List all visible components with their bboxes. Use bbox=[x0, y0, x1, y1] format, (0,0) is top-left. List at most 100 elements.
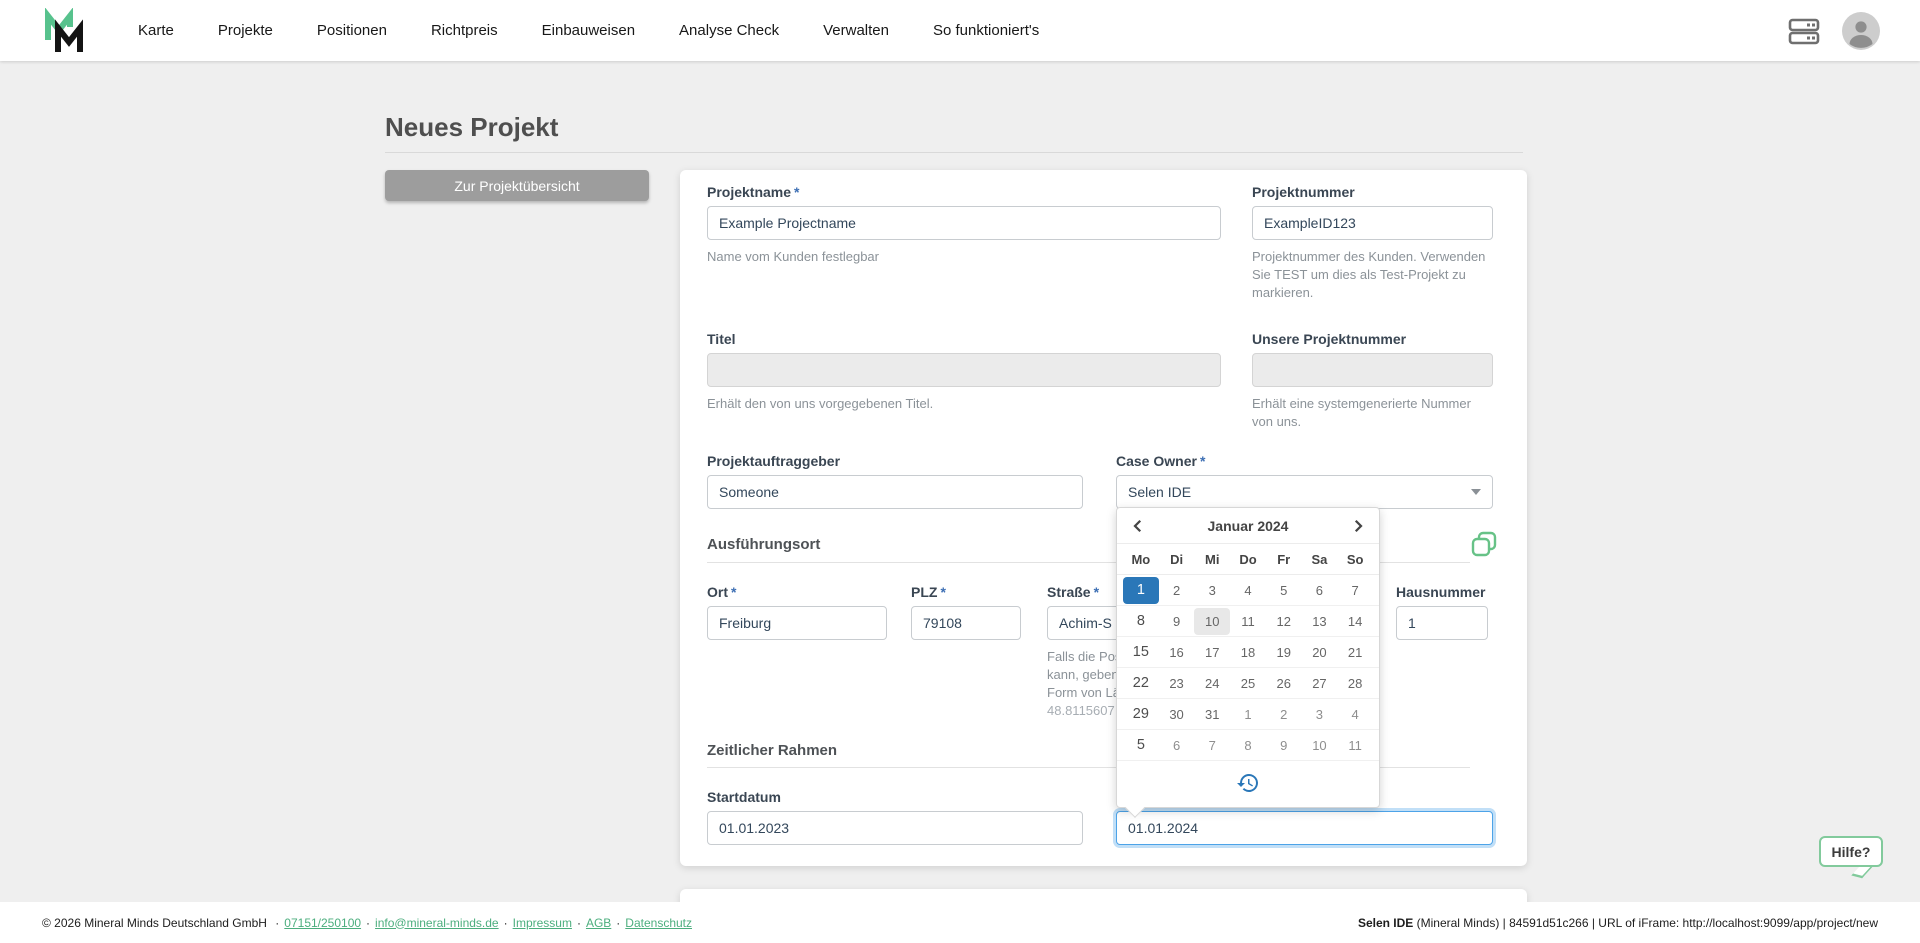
calendar-day-17[interactable]: 17 bbox=[1194, 639, 1230, 666]
calendar-day-9[interactable]: 9 bbox=[1159, 608, 1195, 635]
projektname-input[interactable] bbox=[707, 206, 1221, 240]
calendar-day-16[interactable]: 16 bbox=[1159, 639, 1195, 666]
footer-session-info: Selen IDE (Mineral Minds) | 84591d51c266… bbox=[1358, 916, 1878, 930]
calendar-weekday-sa: Sa bbox=[1311, 551, 1328, 567]
user-avatar-icon[interactable] bbox=[1842, 11, 1880, 50]
calendar-day-20[interactable]: 20 bbox=[1302, 639, 1338, 666]
hausnummer-label: Hausnummer bbox=[1396, 584, 1486, 600]
nav-item-projekte[interactable]: Projekte bbox=[218, 22, 273, 39]
nav-item-karte[interactable]: Karte bbox=[138, 22, 174, 39]
calendar-day-1-sel[interactable]: 1 bbox=[1123, 576, 1159, 604]
calendar-day-10-other[interactable]: 10 bbox=[1302, 732, 1338, 759]
footer-session-user: Selen IDE bbox=[1357, 915, 1414, 930]
calendar-day-8[interactable]: 8 bbox=[1123, 608, 1159, 635]
titel-label: Titel bbox=[707, 331, 736, 347]
calendar-day-3[interactable]: 3 bbox=[1194, 577, 1230, 604]
calendar-day-8-other[interactable]: 8 bbox=[1230, 732, 1266, 759]
calendar-day-21[interactable]: 21 bbox=[1337, 639, 1373, 666]
calendar-day-24[interactable]: 24 bbox=[1194, 670, 1230, 697]
calendar-day-6-other[interactable]: 6 bbox=[1159, 732, 1195, 759]
titel-helper: Erhält den von uns vorgegebenen Titel. bbox=[707, 396, 934, 411]
calendar-day-6[interactable]: 6 bbox=[1302, 577, 1338, 604]
mineral-minds-logo-icon[interactable] bbox=[42, 7, 90, 54]
projektname-helper: Name vom Kunden festlegbar bbox=[707, 249, 879, 264]
calendar-day-5[interactable]: 5 bbox=[1266, 577, 1302, 604]
calendar-day-22[interactable]: 22 bbox=[1123, 670, 1159, 697]
calendar-day-18[interactable]: 18 bbox=[1230, 639, 1266, 666]
datepicker-footer bbox=[1117, 761, 1379, 805]
calendar-day-5-other[interactable]: 5 bbox=[1123, 732, 1159, 759]
footer-link-info-mineral-minds-de[interactable]: info@mineral-minds.de bbox=[375, 916, 499, 930]
calendar-day-7[interactable]: 7 bbox=[1337, 577, 1373, 604]
projektnummer-input[interactable] bbox=[1252, 206, 1493, 240]
nav-item-analyse-check[interactable]: Analyse Check bbox=[679, 22, 779, 39]
calendar-day-2-other[interactable]: 2 bbox=[1266, 701, 1302, 728]
calendar-day-12[interactable]: 12 bbox=[1266, 608, 1302, 635]
footer-link-07151-250100[interactable]: 07151/250100 bbox=[284, 916, 361, 930]
nav-item-verwalten[interactable]: Verwalten bbox=[823, 22, 889, 39]
calendar-day-13[interactable]: 13 bbox=[1302, 608, 1338, 635]
footer-session-details: (Mineral Minds) | 84591d51c266 | URL of … bbox=[1413, 915, 1878, 930]
calendar-day-26[interactable]: 26 bbox=[1266, 670, 1302, 697]
ort-input[interactable] bbox=[707, 606, 887, 640]
footer-link-impressum[interactable]: Impressum bbox=[513, 916, 572, 930]
calendar-day-7-other[interactable]: 7 bbox=[1194, 732, 1230, 759]
hausnummer-input[interactable] bbox=[1396, 606, 1488, 640]
copy-icon[interactable] bbox=[1470, 530, 1498, 558]
calendar-week-row: 8 9 10 11 12 13 14 bbox=[1117, 606, 1379, 637]
calendar-day-23[interactable]: 23 bbox=[1159, 670, 1195, 697]
calendar-day-25[interactable]: 25 bbox=[1230, 670, 1266, 697]
footer-link-datenschutz[interactable]: Datenschutz bbox=[625, 916, 692, 930]
footer-separator: · bbox=[576, 915, 581, 930]
nav-item-einbauweisen[interactable]: Einbauweisen bbox=[542, 22, 635, 39]
datepicker-popup: Januar 2024 Mo Di Mi Do Fr Sa So 1 2 3 4 5 6 7 8 9 10 11… bbox=[1116, 507, 1380, 808]
navbar-right bbox=[1788, 0, 1880, 61]
calendar-day-19[interactable]: 19 bbox=[1266, 639, 1302, 666]
calendar-next-icon[interactable] bbox=[1347, 515, 1369, 537]
calendar-week-row: 22 23 24 25 26 27 28 bbox=[1117, 668, 1379, 699]
calendar-day-3-other[interactable]: 3 bbox=[1302, 701, 1338, 728]
calendar-day-14[interactable]: 14 bbox=[1337, 608, 1373, 635]
startdatum-input[interactable] bbox=[707, 811, 1083, 845]
nav-item-so-funktioniert-s[interactable]: So funktioniert's bbox=[933, 22, 1039, 39]
footer-link-agb[interactable]: AGB bbox=[586, 916, 611, 930]
projektauftraggeber-input[interactable] bbox=[707, 475, 1083, 509]
calendar-day-9-other[interactable]: 9 bbox=[1266, 732, 1302, 759]
calendar-day-15[interactable]: 15 bbox=[1123, 639, 1159, 666]
plz-input[interactable] bbox=[911, 606, 1021, 640]
enddatum-input[interactable] bbox=[1116, 811, 1493, 845]
calendar-day-31[interactable]: 31 bbox=[1194, 701, 1230, 728]
help-button[interactable]: Hilfe? bbox=[1819, 836, 1883, 867]
case-owner-select[interactable] bbox=[1116, 475, 1493, 509]
nav-item-positionen[interactable]: Positionen bbox=[317, 22, 387, 39]
footer: © 2026 Mineral Minds Deutschland GmbH · 0… bbox=[0, 902, 1920, 943]
nav-item-richtpreis[interactable]: Richtpreis bbox=[431, 22, 498, 39]
calendar-weekday-mi: Mi bbox=[1205, 551, 1220, 567]
calendar-day-4-other[interactable]: 4 bbox=[1337, 701, 1373, 728]
calendar-day-11-other[interactable]: 11 bbox=[1337, 732, 1373, 759]
calendar-day-27[interactable]: 27 bbox=[1302, 670, 1338, 697]
calendar-day-11[interactable]: 11 bbox=[1230, 608, 1266, 635]
calendar-prev-icon[interactable] bbox=[1127, 515, 1149, 537]
calendar-day-30[interactable]: 30 bbox=[1159, 701, 1195, 728]
calendar-day-29[interactable]: 29 bbox=[1123, 701, 1159, 728]
datepicker-header: Januar 2024 bbox=[1117, 508, 1379, 544]
footer-separator: · bbox=[366, 915, 371, 930]
calendar-day-2[interactable]: 2 bbox=[1159, 577, 1195, 604]
startdatum-label: Startdatum bbox=[707, 789, 781, 805]
project-overview-button[interactable]: Zur Projektübersicht bbox=[385, 170, 649, 201]
calendar-day-4[interactable]: 4 bbox=[1230, 577, 1266, 604]
calendar-day-1-other[interactable]: 1 bbox=[1230, 701, 1266, 728]
calendar-week-row: 5 6 7 8 9 10 11 bbox=[1117, 730, 1379, 761]
footer-separator: · bbox=[503, 915, 508, 930]
top-navbar: Karte Projekte Positionen Richtpreis Einbauw… bbox=[0, 0, 1920, 61]
ort-label: Ort * bbox=[707, 584, 737, 600]
calendar-day-28[interactable]: 28 bbox=[1337, 670, 1373, 697]
footer-left: © 2026 Mineral Minds Deutschland GmbH · 0… bbox=[42, 916, 692, 930]
calendar-month-label[interactable]: Januar 2024 bbox=[1208, 518, 1289, 534]
server-stack-icon[interactable] bbox=[1788, 17, 1820, 45]
calendar-day-10-today[interactable]: 10 bbox=[1194, 607, 1231, 635]
titel-input bbox=[707, 353, 1221, 387]
nav-menu: Karte Projekte Positionen Richtpreis Einbauw… bbox=[138, 22, 1039, 39]
restore-icon[interactable] bbox=[1236, 771, 1260, 795]
